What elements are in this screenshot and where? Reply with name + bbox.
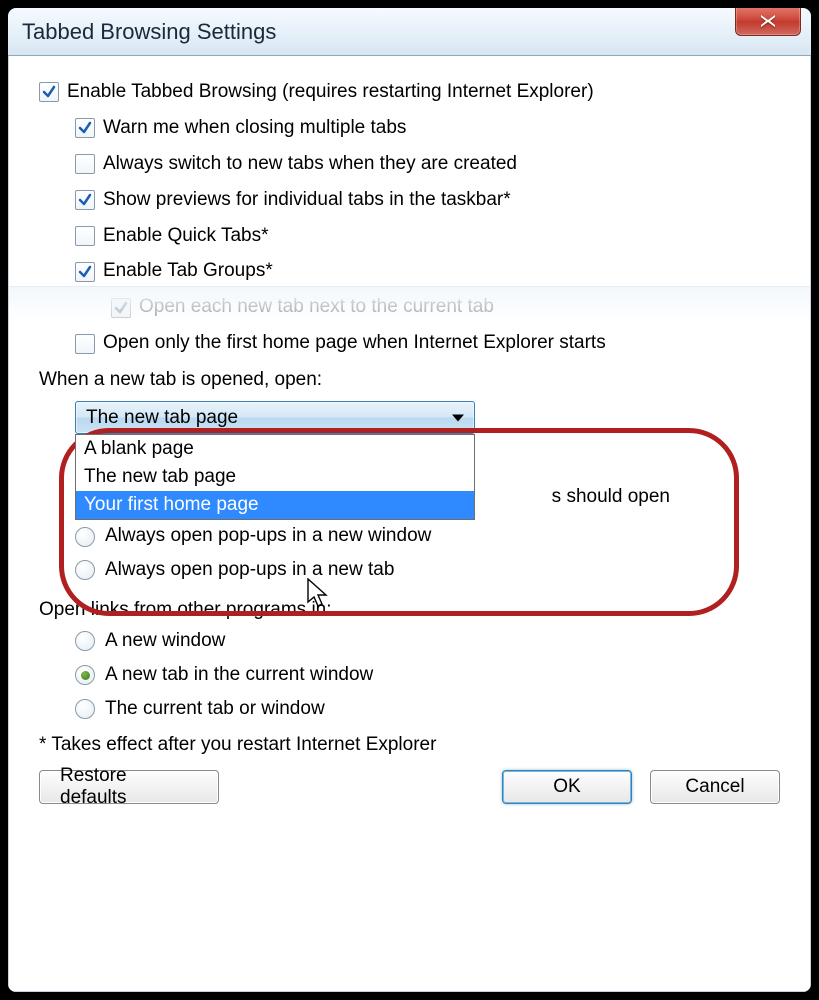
chevron-down-icon xyxy=(452,414,464,421)
popup-new-window-label: Always open pop-ups in a new window xyxy=(105,526,431,547)
open-first-homepage-label: Open only the first home page when Inter… xyxy=(103,333,606,354)
open-first-homepage-row[interactable]: Open only the first home page when Inter… xyxy=(75,333,780,354)
links-new-window-radio[interactable] xyxy=(75,631,95,651)
links-new-tab-row[interactable]: A new tab in the current window xyxy=(75,665,780,686)
links-current-tab-row[interactable]: The current tab or window xyxy=(75,699,780,720)
close-icon xyxy=(759,14,777,28)
ok-label: OK xyxy=(553,776,580,798)
dropdown-option-blank[interactable]: A blank page xyxy=(76,435,474,463)
enable-tabbed-browsing-checkbox[interactable] xyxy=(39,82,59,102)
links-new-tab-label: A new tab in the current window xyxy=(105,665,373,686)
check-icon xyxy=(78,193,92,207)
check-icon xyxy=(114,301,128,315)
open-first-homepage-checkbox[interactable] xyxy=(75,334,95,354)
restore-defaults-button[interactable]: Restore defaults xyxy=(39,770,219,804)
dialog-window: Tabbed Browsing Settings Enable Tabbed B… xyxy=(8,8,811,992)
popup-new-window-row[interactable]: Always open pop-ups in a new window xyxy=(75,526,780,547)
warn-closing-row[interactable]: Warn me when closing multiple tabs xyxy=(75,118,780,139)
cancel-label: Cancel xyxy=(685,776,744,798)
popup-new-window-radio[interactable] xyxy=(75,527,95,547)
links-new-window-label: A new window xyxy=(105,631,225,652)
warn-closing-checkbox[interactable] xyxy=(75,118,95,138)
new-tab-dropdown-list: A blank page The new tab page Your first… xyxy=(75,434,475,520)
show-previews-checkbox[interactable] xyxy=(75,190,95,210)
title-bar: Tabbed Browsing Settings xyxy=(8,8,811,56)
open-next-to-current-row: Open each new tab next to the current ta… xyxy=(111,297,780,318)
switch-new-tabs-row[interactable]: Always switch to new tabs when they are … xyxy=(75,154,780,175)
links-current-tab-radio[interactable] xyxy=(75,699,95,719)
tab-groups-label: Enable Tab Groups* xyxy=(103,261,273,282)
ok-button[interactable]: OK xyxy=(502,770,632,804)
new-tab-dropdown[interactable]: The new tab page A blank page The new ta… xyxy=(75,401,475,434)
tab-groups-checkbox[interactable] xyxy=(75,262,95,282)
links-section-label: Open links from other programs in: xyxy=(39,599,780,621)
restore-defaults-label: Restore defaults xyxy=(60,765,198,809)
new-tab-dropdown-value: The new tab page xyxy=(86,407,238,429)
show-previews-label: Show previews for individual tabs in the… xyxy=(103,190,511,211)
quick-tabs-label: Enable Quick Tabs* xyxy=(103,226,268,247)
tab-groups-row[interactable]: Enable Tab Groups* xyxy=(75,261,780,282)
links-new-tab-radio[interactable] xyxy=(75,665,95,685)
open-next-to-current-checkbox xyxy=(111,298,131,318)
popup-section-label-partial: s should open xyxy=(552,486,670,508)
quick-tabs-row[interactable]: Enable Quick Tabs* xyxy=(75,226,780,247)
cancel-button[interactable]: Cancel xyxy=(650,770,780,804)
window-title: Tabbed Browsing Settings xyxy=(22,19,276,45)
popup-new-tab-row[interactable]: Always open pop-ups in a new tab xyxy=(75,560,780,581)
quick-tabs-checkbox[interactable] xyxy=(75,226,95,246)
new-tab-section-label: When a new tab is opened, open: xyxy=(39,369,780,391)
warn-closing-label: Warn me when closing multiple tabs xyxy=(103,118,406,139)
check-icon xyxy=(78,265,92,279)
open-next-to-current-label: Open each new tab next to the current ta… xyxy=(139,297,494,318)
switch-new-tabs-checkbox[interactable] xyxy=(75,154,95,174)
switch-new-tabs-label: Always switch to new tabs when they are … xyxy=(103,154,517,175)
check-icon xyxy=(78,121,92,135)
links-new-window-row[interactable]: A new window xyxy=(75,631,780,652)
button-row: Restore defaults OK Cancel xyxy=(39,770,780,804)
show-previews-row[interactable]: Show previews for individual tabs in the… xyxy=(75,190,780,211)
dropdown-option-homepage[interactable]: Your first home page xyxy=(76,491,474,519)
enable-tabbed-browsing-row[interactable]: Enable Tabbed Browsing (requires restart… xyxy=(39,82,780,103)
dialog-body: Enable Tabbed Browsing (requires restart… xyxy=(8,56,811,992)
restart-footnote: * Takes effect after you restart Interne… xyxy=(39,734,780,756)
popup-new-tab-radio[interactable] xyxy=(75,560,95,580)
popup-new-tab-label: Always open pop-ups in a new tab xyxy=(105,560,394,581)
check-icon xyxy=(42,85,56,99)
close-button[interactable] xyxy=(735,8,801,36)
dropdown-option-newtab[interactable]: The new tab page xyxy=(76,463,474,491)
new-tab-dropdown-button[interactable]: The new tab page xyxy=(75,401,475,434)
links-current-tab-label: The current tab or window xyxy=(105,699,325,720)
enable-tabbed-browsing-label: Enable Tabbed Browsing (requires restart… xyxy=(67,82,594,103)
